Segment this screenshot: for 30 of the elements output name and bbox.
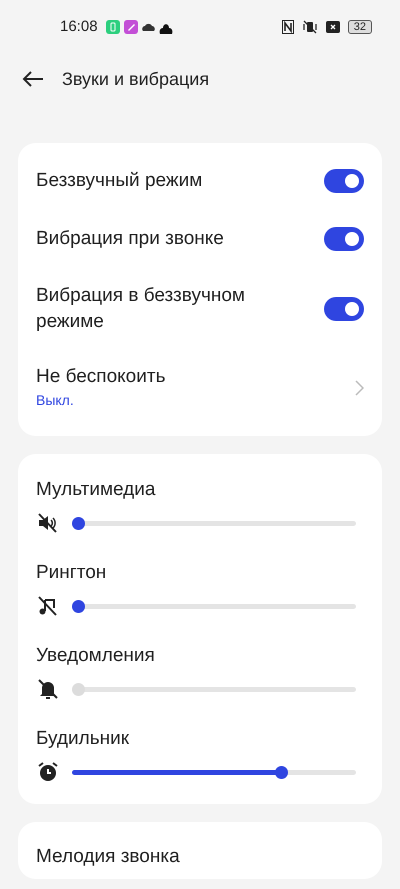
volume-slider[interactable]: [72, 600, 356, 612]
volume-label: Будильник: [36, 727, 130, 751]
battery-app-icon: [106, 20, 120, 34]
volume-slider[interactable]: [72, 766, 356, 778]
battery-indicator: 32: [348, 20, 372, 34]
toggle-switch[interactable]: [324, 169, 364, 193]
setting-label: Мелодия звонка: [36, 845, 181, 869]
volume-slider[interactable]: [72, 516, 356, 530]
volume-slider[interactable]: [72, 682, 356, 696]
toggle-switch[interactable]: [324, 297, 364, 321]
volume-label: Уведомления: [36, 644, 156, 668]
cloud-icon: [142, 23, 155, 31]
muted-bell-icon: [36, 677, 60, 701]
setting-value: Выкл.: [36, 391, 75, 410]
close-box-icon: [326, 21, 340, 33]
volume-label: Мультимедиа: [36, 478, 156, 502]
clock: 16:08: [60, 16, 98, 37]
page-title: Звуки и вибрация: [62, 68, 210, 91]
alarm-clock-icon: [36, 760, 60, 784]
chevron-right-icon: [355, 380, 364, 396]
setting-label: Вибрация при звонке: [36, 227, 225, 251]
back-arrow-icon[interactable]: [22, 71, 44, 87]
volume-label: Рингтон: [36, 561, 108, 585]
app-icon: [124, 20, 138, 34]
toggle-switch[interactable]: [324, 227, 364, 251]
setting-label: Вибрация в беззвучном режиме: [36, 284, 246, 334]
setting-label: Беззвучный режим: [36, 169, 204, 193]
muted-vibration-icon: [302, 20, 318, 34]
nfc-icon: [282, 20, 294, 34]
setting-label: Не беспокоить: [36, 365, 166, 389]
